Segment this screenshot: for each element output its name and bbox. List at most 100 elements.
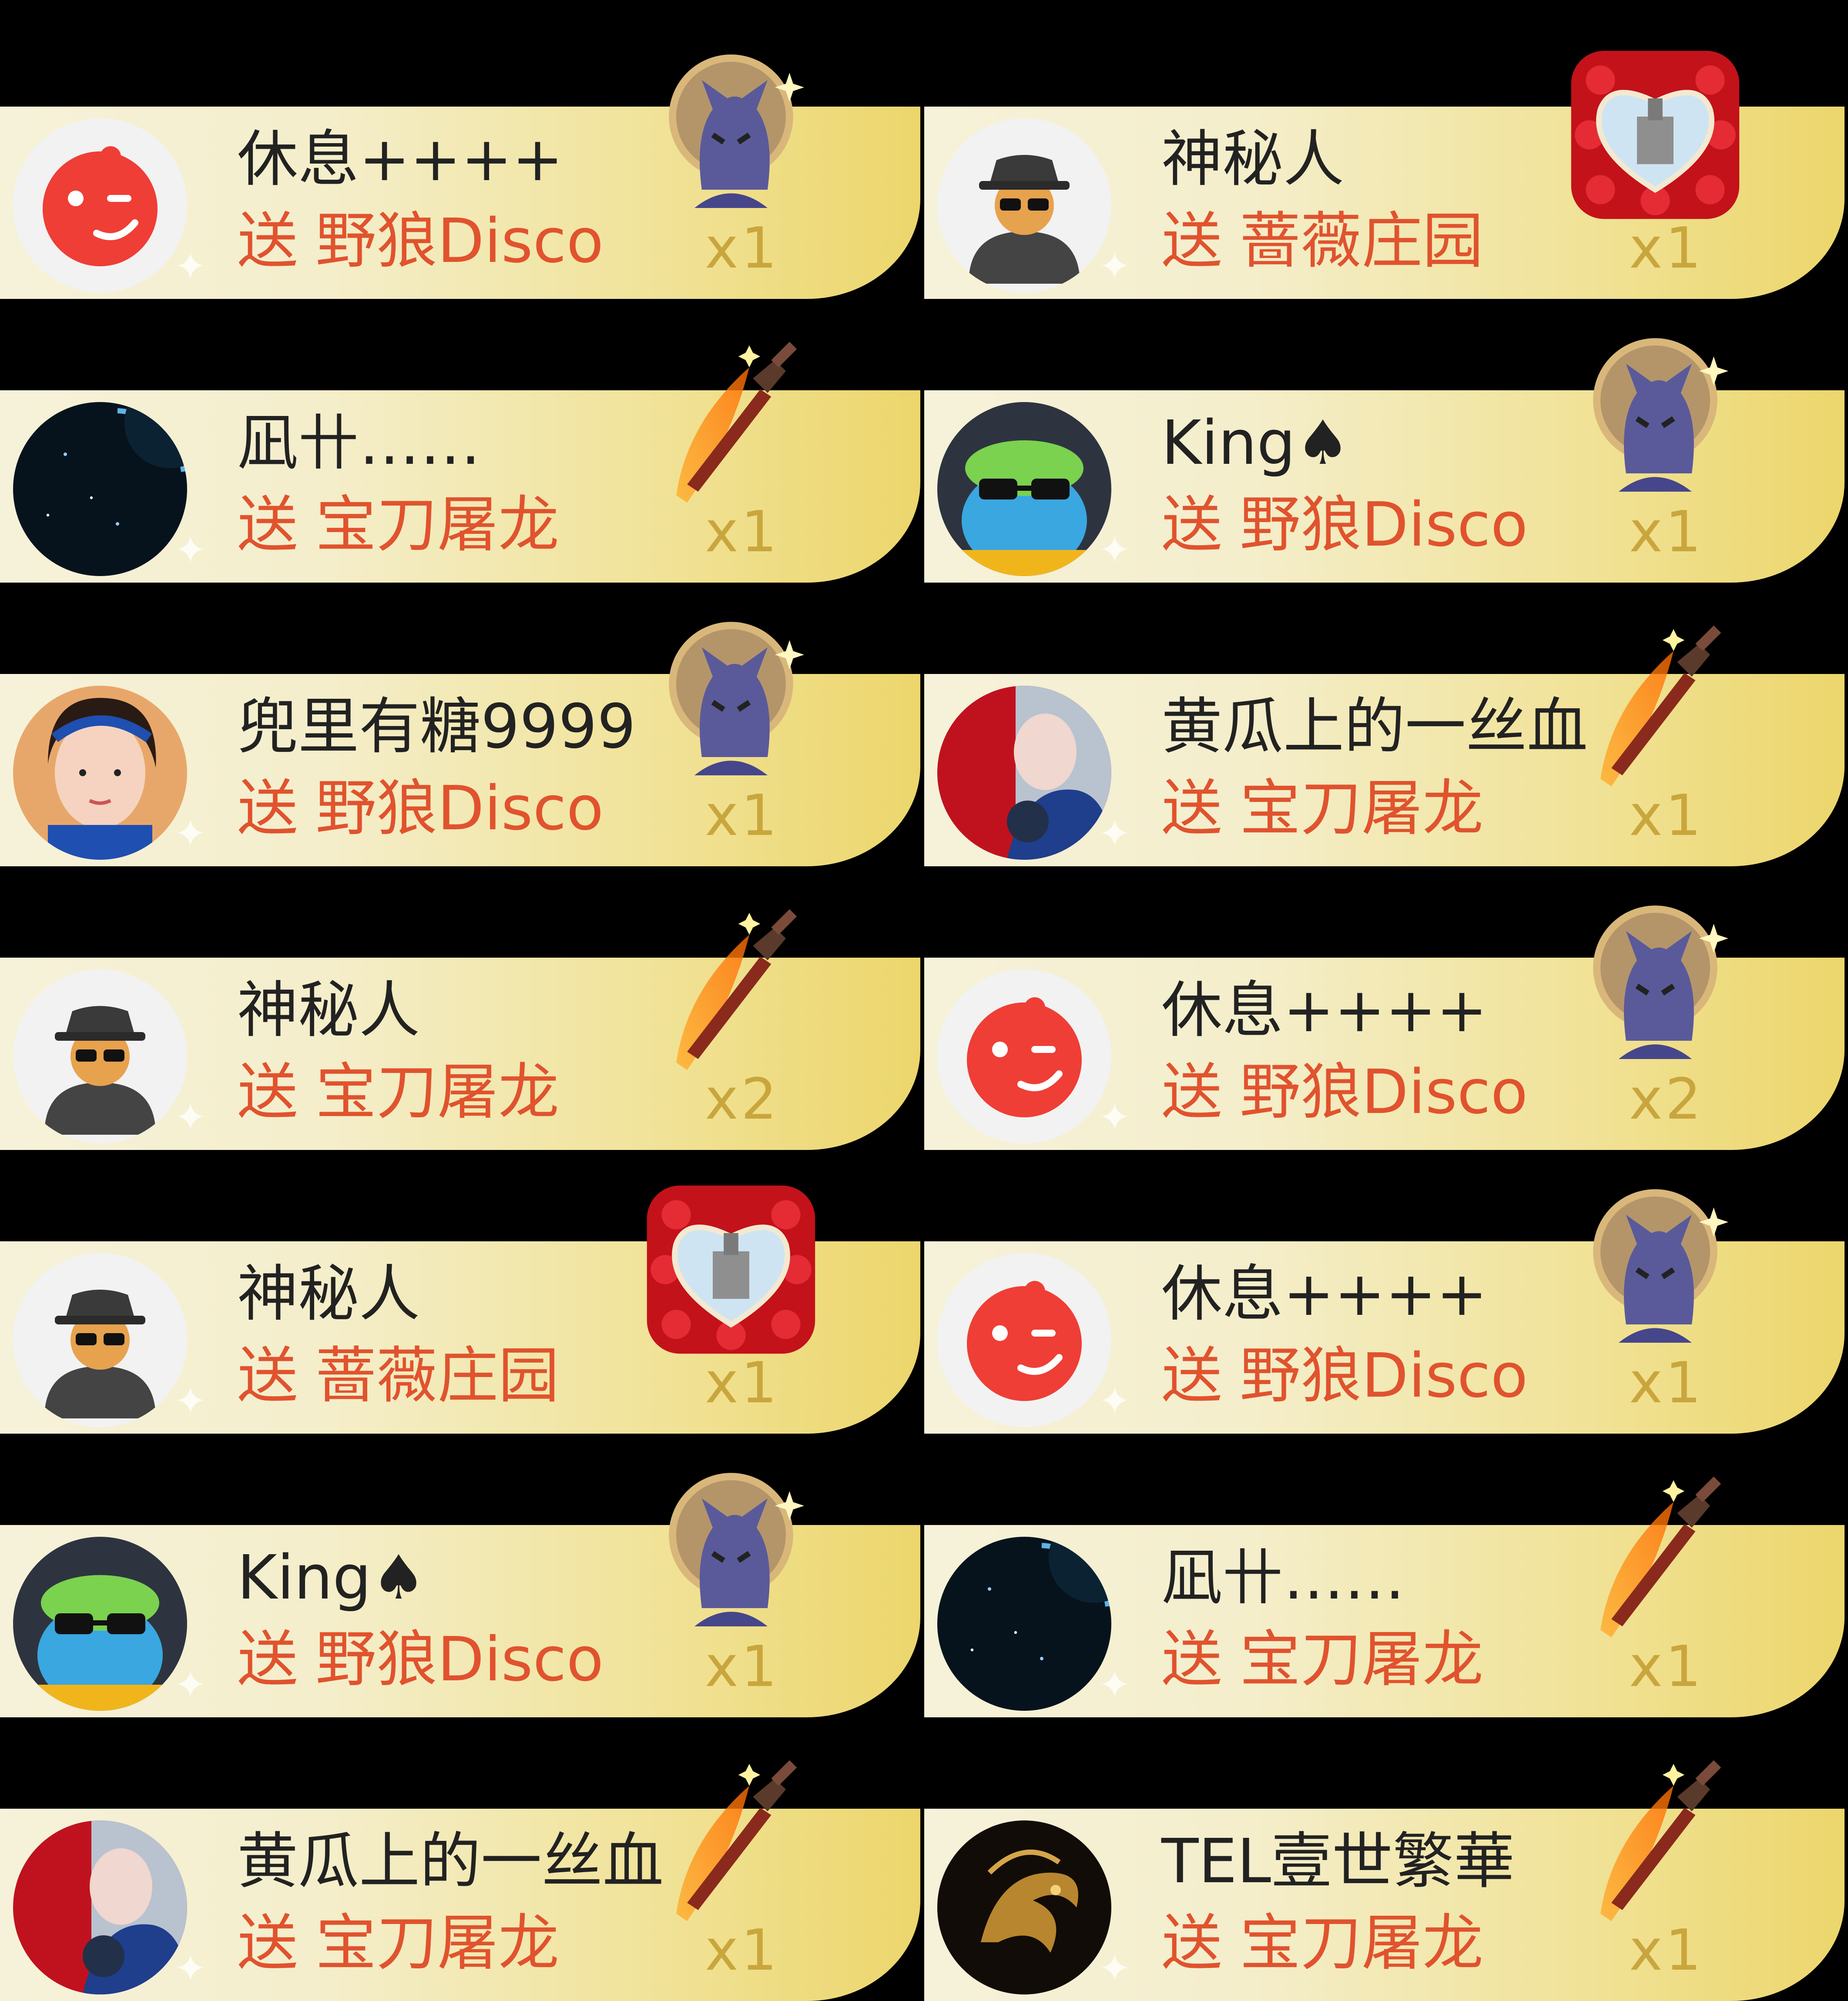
- gift-feed: 休息++++ 送野狼Disco x1 ✦ 凪卄…… 送宝刀屠龙 x1 ✦ 兜里有…: [0, 0, 1848, 2001]
- gift-banner[interactable]: King♠ 送野狼Disco x1 ✦: [924, 284, 1848, 583]
- gift-name: 野狼Disco: [315, 1624, 604, 1695]
- gift-banner[interactable]: King♠ 送野狼Disco x1 ✦: [0, 1418, 924, 1717]
- gift-count: x1: [1629, 499, 1704, 565]
- send-label: 送: [1161, 1057, 1223, 1128]
- red-wink-face-avatar[interactable]: [937, 969, 1111, 1143]
- gift-count: x1: [1629, 1633, 1704, 1699]
- gift-banner[interactable]: 休息++++ 送野狼Disco x2 ✦: [924, 851, 1848, 1150]
- dragon-sword-icon: [640, 1746, 822, 1928]
- mystery-man-avatar[interactable]: [13, 1253, 187, 1427]
- gift-banner[interactable]: 兜里有糖9999 送野狼Disco x1 ✦: [0, 567, 924, 866]
- gift-count: x1: [705, 1633, 780, 1699]
- gift-description: 送宝刀屠龙: [1161, 776, 1483, 841]
- gift-banner[interactable]: 休息++++ 送野狼Disco x1 ✦: [924, 1135, 1848, 1434]
- gift-count: x1: [1629, 215, 1704, 281]
- sender-name: 黄瓜上的一丝血: [237, 1826, 664, 1897]
- gift-count: x1: [1629, 1917, 1704, 1983]
- gift-count: x1: [705, 499, 780, 565]
- gift-column-left: 休息++++ 送野狼Disco x1 ✦ 凪卄…… 送宝刀屠龙 x1 ✦ 兜里有…: [0, 0, 924, 2001]
- gift-banner[interactable]: 凪卄…… 送宝刀屠龙 x1 ✦: [924, 1418, 1848, 1717]
- wolf-disco-icon: [1564, 327, 1747, 510]
- gift-description: 送野狼Disco: [1161, 1344, 1528, 1409]
- mystery-man-avatar[interactable]: [13, 969, 187, 1143]
- sender-name: 休息++++: [1161, 975, 1488, 1046]
- gift-banner[interactable]: 神秘人 送蔷薇庄园 x1 ✦: [924, 0, 1848, 299]
- gift-banner[interactable]: 黄瓜上的一丝血 送宝刀屠龙 x1 ✦: [0, 1702, 924, 2001]
- frog-sunglasses-avatar[interactable]: [937, 402, 1111, 576]
- gift-description: 送宝刀屠龙: [1161, 1911, 1483, 1976]
- send-label: 送: [237, 1908, 298, 1979]
- mystery-man-avatar[interactable]: [937, 118, 1111, 292]
- sparkle-icon: ✦: [1098, 527, 1131, 573]
- red-wink-face-avatar[interactable]: [937, 1253, 1111, 1427]
- send-label: 送: [237, 489, 298, 560]
- red-wink-face-avatar[interactable]: [13, 118, 187, 292]
- sender-name: 黄瓜上的一丝血: [1161, 691, 1588, 762]
- gift-name: 宝刀屠龙: [1240, 1624, 1484, 1695]
- red-photo-avatar[interactable]: [13, 1820, 187, 1994]
- sender-name: 兜里有糖9999: [237, 691, 636, 762]
- planet-space-avatar[interactable]: [937, 1537, 1111, 1711]
- wolf-disco-icon: [1564, 895, 1747, 1077]
- gift-name: 宝刀屠龙: [315, 489, 560, 560]
- wolf-disco-icon: [640, 1462, 822, 1645]
- red-photo-avatar[interactable]: [937, 686, 1111, 860]
- gift-count: x2: [1629, 1066, 1704, 1132]
- wolf-disco-icon: [640, 611, 822, 794]
- sparkle-icon: ✦: [1098, 244, 1131, 289]
- sender-name: 神秘人: [237, 1259, 420, 1330]
- gift-description: 送宝刀屠龙: [237, 1911, 559, 1976]
- gift-banner[interactable]: 休息++++ 送野狼Disco x1 ✦: [0, 0, 924, 299]
- gift-name: 宝刀屠龙: [1240, 1908, 1484, 1979]
- sparkle-icon: ✦: [1098, 1095, 1131, 1140]
- sender-name: King♠: [1161, 408, 1350, 479]
- sparkle-icon: ✦: [174, 811, 207, 857]
- gift-name: 野狼Disco: [315, 206, 604, 277]
- gift-banner[interactable]: TEL壹世繁華 送宝刀屠龙 x1 ✦: [924, 1702, 1848, 2001]
- frog-sunglasses-avatar[interactable]: [13, 1537, 187, 1711]
- gift-description: 送野狼Disco: [237, 209, 604, 274]
- sender-name: 休息++++: [237, 124, 563, 195]
- gift-banner[interactable]: 凪卄…… 送宝刀屠龙 x1 ✦: [0, 284, 924, 583]
- gold-dragon-avatar[interactable]: [937, 1820, 1111, 1994]
- sender-name: 凪卄……: [237, 408, 481, 479]
- sender-name: 神秘人: [1161, 124, 1345, 195]
- gift-count: x2: [705, 1066, 780, 1132]
- dragon-sword-icon: [1564, 1746, 1747, 1928]
- send-label: 送: [1161, 1341, 1223, 1411]
- gift-description: 送宝刀屠龙: [1161, 1627, 1483, 1693]
- gift-name: 野狼Disco: [1240, 1341, 1528, 1411]
- gift-name: 野狼Disco: [1240, 489, 1528, 560]
- sender-name: TEL壹世繁華: [1161, 1826, 1515, 1897]
- sender-name: 神秘人: [237, 975, 420, 1046]
- sparkle-icon: ✦: [1098, 1662, 1131, 1708]
- dragon-sword-icon: [640, 327, 822, 510]
- gift-banner[interactable]: 神秘人 送宝刀屠龙 x2 ✦: [0, 851, 924, 1150]
- gift-description: 送野狼Disco: [1161, 1060, 1528, 1125]
- sparkle-icon: ✦: [174, 1095, 207, 1140]
- send-label: 送: [1161, 489, 1223, 560]
- gift-description: 送宝刀屠龙: [237, 1060, 559, 1125]
- wolf-disco-icon: [1564, 1178, 1747, 1361]
- send-label: 送: [1161, 1624, 1223, 1695]
- send-label: 送: [1161, 1908, 1223, 1979]
- planet-space-avatar[interactable]: [13, 402, 187, 576]
- wolf-disco-icon: [640, 44, 822, 226]
- send-label: 送: [237, 773, 298, 844]
- sparkle-icon: ✦: [174, 1946, 207, 1991]
- gift-name: 宝刀屠龙: [315, 1057, 560, 1128]
- gift-description: 送野狼Disco: [237, 1627, 604, 1693]
- dragon-sword-icon: [1564, 1462, 1747, 1645]
- gift-banner[interactable]: 神秘人 送蔷薇庄园 x1 ✦: [0, 1135, 924, 1434]
- gift-description: 送野狼Disco: [237, 776, 604, 841]
- gift-description: 送宝刀屠龙: [237, 493, 559, 558]
- gift-count: x1: [705, 1917, 780, 1983]
- gift-count: x1: [1629, 782, 1704, 848]
- sparkle-icon: ✦: [1098, 1946, 1131, 1991]
- gift-name: 宝刀屠龙: [315, 1908, 560, 1979]
- girl-photo-avatar[interactable]: [13, 686, 187, 860]
- gift-name: 野狼Disco: [315, 773, 604, 844]
- sparkle-icon: ✦: [174, 1662, 207, 1708]
- gift-banner[interactable]: 黄瓜上的一丝血 送宝刀屠龙 x1 ✦: [924, 567, 1848, 866]
- sender-name: 休息++++: [1161, 1259, 1488, 1330]
